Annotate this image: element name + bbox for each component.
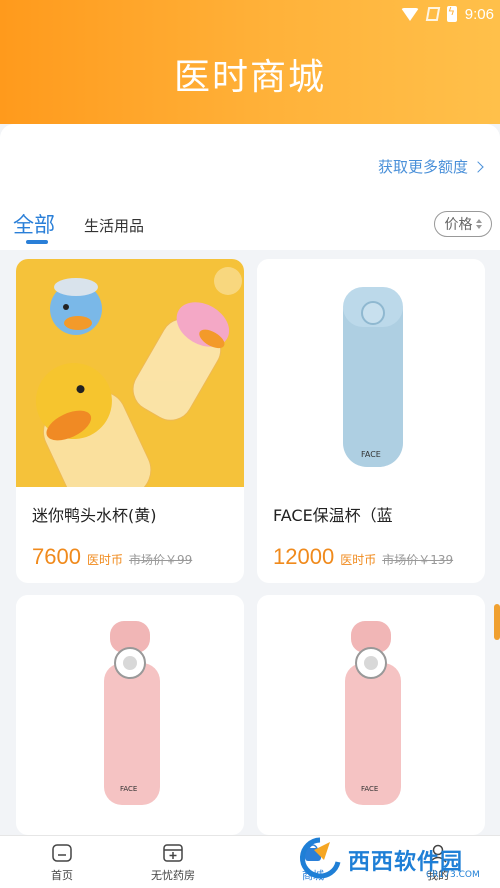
watermark-subtext: CR173.COM (426, 870, 480, 880)
page-title: 医时商城 (173, 57, 326, 98)
product-card[interactable]: FACE (257, 595, 485, 835)
nav-home[interactable]: 首页 (17, 842, 107, 883)
wifi-icon (400, 7, 419, 21)
product-name: FACE保温杯（蓝 (273, 506, 393, 525)
product-image-pink-flask: FACE (16, 595, 244, 823)
active-tab-indicator (26, 240, 48, 244)
product-name: 迷你鸭头水杯(黄) (32, 506, 157, 525)
product-card[interactable]: 迷你鸭头水杯(黄) 7600 医时币 市场价￥99 (16, 259, 244, 583)
chevron-right-icon (472, 160, 484, 173)
sort-arrows-icon (475, 219, 482, 229)
quota-card: 获取更多额度 (0, 124, 500, 206)
product-image-pink-flask: FACE (257, 595, 485, 823)
tab-all[interactable]: 全部 (13, 209, 55, 239)
home-icon (52, 844, 72, 862)
svg-text:FACE: FACE (120, 785, 137, 793)
nav-home-label: 首页 (51, 869, 73, 882)
product-card[interactable]: FACE (16, 595, 244, 835)
no-signal-icon (425, 7, 441, 21)
site-watermark: 西西软件园 CR173.COM (292, 834, 492, 884)
nav-pharmacy[interactable]: 无忧药房 (128, 842, 218, 883)
pharmacy-icon (163, 844, 183, 862)
status-bar: 9:06 (400, 0, 494, 28)
category-tabs: 全部 生活用品 价格 (0, 200, 500, 250)
market-price: 市场价￥99 (128, 553, 193, 567)
svg-text:FACE: FACE (361, 785, 378, 793)
product-image-duck-cup (16, 259, 244, 487)
price-sort-label: 价格 (444, 217, 473, 233)
product-image-blue-flask: FACE (257, 259, 485, 487)
tab-daily-goods[interactable]: 生活用品 (84, 215, 144, 236)
market-price: 市场价￥139 (382, 553, 454, 567)
price-row: 12000 医时币 市场价￥139 (273, 544, 453, 570)
product-price: 7600 (32, 544, 81, 569)
get-more-quota-link[interactable]: 获取更多额度 (377, 156, 484, 177)
currency-unit: 医时币 (340, 553, 377, 567)
price-sort-button[interactable]: 价格 (434, 211, 492, 237)
battery-charging-icon (446, 5, 457, 22)
price-row: 7600 医时币 市场价￥99 (32, 544, 192, 570)
product-price: 12000 (273, 544, 335, 569)
watermark-logo-icon (299, 837, 341, 879)
product-card[interactable]: FACE FACE保温杯（蓝 12000 医时币 市场价￥139 (257, 259, 485, 583)
header-banner: 9:06 医时商城 (0, 0, 500, 124)
clock: 9:06 (464, 5, 494, 23)
get-more-quota-label: 获取更多额度 (377, 158, 468, 176)
nav-pharmacy-label: 无忧药房 (151, 869, 195, 882)
bottom-nav: 首页 无忧药房 商城 我的 西西软件园 CR173.COM (0, 835, 500, 888)
scrollbar-thumb[interactable] (494, 604, 500, 640)
svg-text:FACE: FACE (361, 450, 381, 459)
currency-unit: 医时币 (86, 553, 123, 567)
